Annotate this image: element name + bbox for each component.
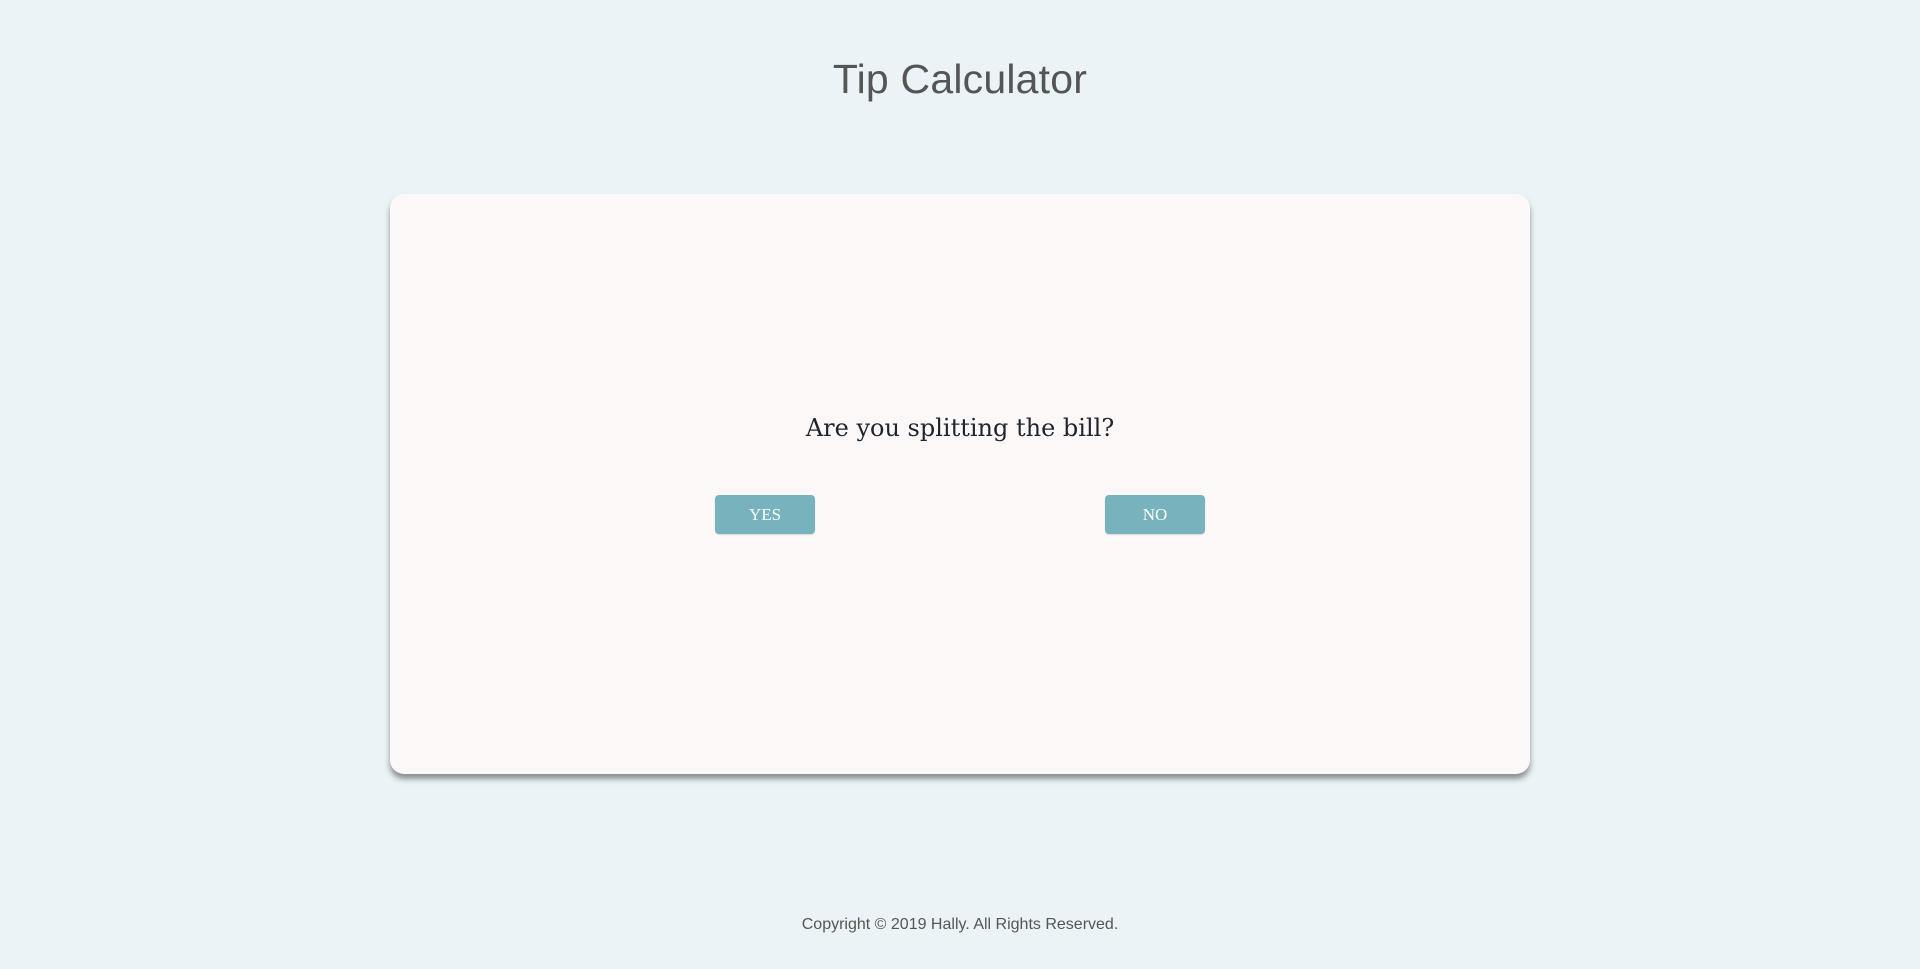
split-bill-question: Are you splitting the bill? (805, 414, 1115, 442)
page-title: Tip Calculator (832, 56, 1088, 102)
no-button[interactable]: NO (1105, 495, 1205, 534)
split-bill-card: Are you splitting the bill? YES NO (390, 194, 1530, 774)
footer-copyright: Copyright © 2019 Hally. All Rights Reser… (801, 916, 1119, 933)
yes-button[interactable]: YES (715, 495, 815, 534)
